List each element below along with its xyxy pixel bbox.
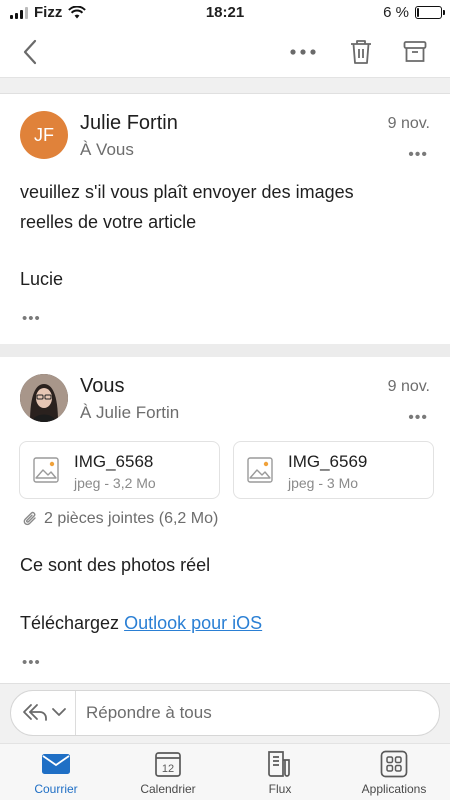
tab-calendrier[interactable]: 12 Calendrier [112,744,224,800]
mail-icon [42,754,70,774]
avatar: JF [20,111,68,159]
paperclip-icon [23,511,36,526]
feed-icon [268,751,290,777]
reply-box[interactable] [10,690,440,736]
thread-divider [0,78,450,94]
delete-button[interactable] [343,34,379,70]
reply-all-icon [23,704,47,721]
attachment-name: IMG_6568 [74,452,154,471]
reply-bar [0,683,450,743]
more-horizontal-icon [290,49,316,55]
message-date: 9 nov. [387,115,430,132]
reply-mode-button[interactable] [21,700,67,724]
tab-courrier[interactable]: Courrier [0,744,112,800]
body-line: reelles de votre article [20,212,197,232]
tab-applications[interactable]: Applications [338,744,450,800]
reply-input[interactable] [86,699,426,727]
tab-label: Flux [268,782,292,796]
attachments-summary-text: 2 pièces jointes (6,2 Mo) [44,510,219,527]
archive-icon [403,41,427,62]
tab-flux[interactable]: Flux [224,744,336,800]
attachment-card[interactable]: IMG_6569 jpeg - 3 Mo [233,441,434,499]
battery-icon [415,6,445,19]
status-right: 6 % [383,4,445,21]
trash-icon [351,40,371,64]
show-trimmed-button[interactable]: ••• [22,310,41,327]
status-bar: Fizz 18:21 6 % [0,0,450,26]
message-body: veuillez s'il vous plaît envoyer des ima… [20,177,354,237]
message-body: Ce sont des photos réel [20,555,211,575]
battery-level [417,8,419,17]
attachment-meta: jpeg - 3 Mo [288,475,359,491]
outlook-ios-link[interactable]: Outlook pour iOS [124,613,262,633]
message-card[interactable]: JF Julie Fortin À Vous 9 nov. ••• veuill… [0,94,450,344]
attachment-meta: jpeg - 3,2 Mo [74,475,156,491]
tab-label: Calendrier [140,782,196,796]
tab-label: Courrier [34,782,78,796]
back-button[interactable] [12,34,48,70]
recipient-line: À Julie Fortin [80,403,180,422]
attachment-name: IMG_6569 [288,452,368,471]
avatar-initials: JF [34,124,54,145]
avatar-photo [20,374,68,422]
tab-bar: Courrier 12 Calendrier Flux Applications [0,743,450,800]
calendar-day: 12 [162,763,174,775]
message-date: 9 nov. [387,378,430,395]
archive-button[interactable] [397,34,433,70]
more-actions-button[interactable] [285,34,321,70]
sender-name: Vous [80,375,125,397]
battery-percent: 6 % [383,4,409,21]
message-toolbar [0,26,450,78]
tab-label: Applications [361,782,427,796]
image-file-icon [33,457,59,483]
attachments-summary[interactable]: 2 pièces jointes (6,2 Mo) [22,510,218,528]
attachment-card[interactable]: IMG_6568 jpeg - 3,2 Mo [19,441,220,499]
reply-separator [75,691,76,735]
body-line: veuillez s'il vous plaît envoyer des ima… [20,182,354,202]
message-more-button[interactable]: ••• [408,409,428,427]
download-prefix: Téléchargez [20,613,120,633]
chevron-down-icon [52,708,66,716]
back-chevron-icon [23,39,37,65]
apps-grid-icon [380,750,408,778]
sender-name: Julie Fortin [80,112,178,134]
message-more-button[interactable]: ••• [408,146,428,164]
avatar [20,374,68,422]
show-trimmed-button[interactable]: ••• [22,654,41,671]
message-card[interactable]: Vous À Julie Fortin 9 nov. ••• IMG_6568 … [0,357,450,683]
image-file-icon [247,457,273,483]
recipient-line: À Vous [80,140,134,159]
signature: Lucie [20,269,64,289]
download-line: Téléchargez Outlook pour iOS [20,608,262,638]
calendar-icon: 12 [155,752,181,777]
